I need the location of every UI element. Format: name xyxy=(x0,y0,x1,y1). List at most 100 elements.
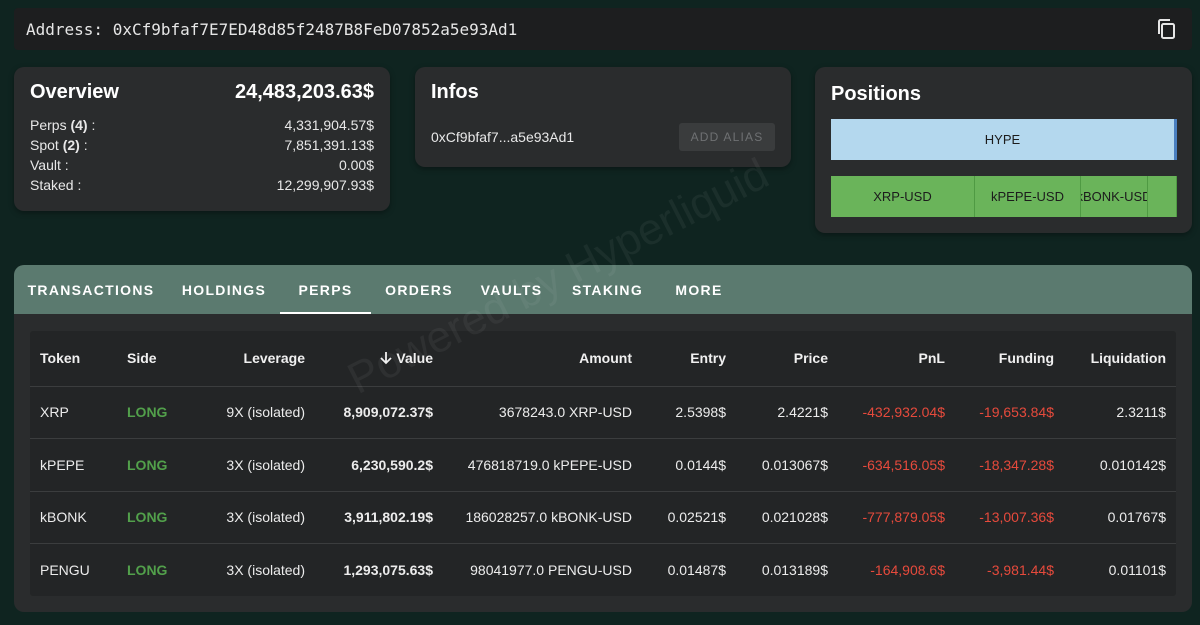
cell-liquidation: 0.01767$ xyxy=(1107,509,1166,526)
position-segment-label: kBONK-USD xyxy=(1081,189,1148,204)
cell-token: kBONK xyxy=(40,509,87,526)
cell-leverage: 3X (isolated) xyxy=(226,456,305,473)
cell-pnl: -777,879.05$ xyxy=(862,509,945,526)
overview-row-label: Staked xyxy=(30,177,74,193)
cell-liquidation: 0.010142$ xyxy=(1099,456,1166,473)
overview-total: 24,483,203.63$ xyxy=(234,80,374,103)
overview-row-label: Perps xyxy=(30,117,67,133)
overview-row-value: 7,851,391.13$ xyxy=(284,137,374,153)
copy-icon[interactable] xyxy=(1154,17,1178,41)
position-segment[interactable]: kPEPE-USD xyxy=(975,176,1081,217)
position-segment[interactable] xyxy=(1148,176,1177,217)
overview-row-value: 4,331,904.57$ xyxy=(284,117,374,133)
overview-card: Overview 24,483,203.63$ Perps (4) : 4,33… xyxy=(14,67,390,211)
address-bar: Address: 0xCf9bfaf7E7ED48d85f2487B8FeD07… xyxy=(14,8,1192,50)
cell-entry: 2.5398$ xyxy=(675,404,726,421)
cell-amount: 186028257.0 kBONK-USD xyxy=(465,509,632,526)
overview-row-suffix: : xyxy=(64,157,69,173)
cell-pnl: -634,516.05$ xyxy=(862,456,945,473)
overview-row-count: (4) xyxy=(70,117,88,133)
position-segment-label: kPEPE-USD xyxy=(991,189,1064,204)
overview-row-value: 0.00$ xyxy=(338,157,374,173)
overview-row-vault: Vault : 0.00$ xyxy=(30,155,374,175)
col-header-value[interactable]: Value xyxy=(315,331,443,386)
cell-side: LONG xyxy=(127,509,168,526)
perps-table: Token Side Leverage Value Amount Entry P… xyxy=(30,331,1176,596)
table-row[interactable]: kPEPE LONG 3X (isolated) 6,230,590.2$ 47… xyxy=(30,439,1176,491)
cell-leverage: 3X (isolated) xyxy=(226,562,305,578)
cell-price: 2.4221$ xyxy=(777,404,828,421)
cell-token: PENGU xyxy=(40,562,90,578)
table-row[interactable]: PENGU LONG 3X (isolated) 1,293,075.63$ 9… xyxy=(30,544,1176,597)
cell-amount: 476818719.0 kPEPE-USD xyxy=(467,456,632,473)
cell-price: 0.013189$ xyxy=(761,562,828,578)
col-header-leverage[interactable]: Leverage xyxy=(193,331,315,386)
overview-row-value: 12,299,907.93$ xyxy=(276,177,374,193)
cell-amount: 98041977.0 PENGU-USD xyxy=(470,562,632,578)
col-header-entry[interactable]: Entry xyxy=(642,331,736,386)
tab-holdings[interactable]: HOLDINGS xyxy=(168,265,280,314)
cell-leverage: 9X (isolated) xyxy=(226,404,305,421)
overview-row-suffix: : xyxy=(91,117,96,133)
col-header-token[interactable]: Token xyxy=(30,331,117,386)
overview-title: Overview xyxy=(30,80,119,103)
col-header-value-label: Value xyxy=(396,350,433,367)
cell-price: 0.013067$ xyxy=(761,456,828,473)
cell-side: LONG xyxy=(127,456,168,473)
cell-price: 0.021028$ xyxy=(761,509,828,526)
table-row[interactable]: XRP LONG 9X (isolated) 8,909,072.37$ 367… xyxy=(30,386,1176,439)
tab-staking[interactable]: STAKING xyxy=(556,265,659,314)
cell-token: XRP xyxy=(40,404,69,421)
address-label: Address: xyxy=(26,19,104,39)
cell-liquidation: 0.01101$ xyxy=(1108,562,1166,578)
cell-amount: 3678243.0 XRP-USD xyxy=(498,404,632,421)
tab-perps[interactable]: PERPS xyxy=(280,265,371,314)
cell-value: 6,230,590.2$ xyxy=(351,456,433,473)
cell-value: 1,293,075.63$ xyxy=(343,562,433,578)
position-segment[interactable]: kBONK-USD xyxy=(1081,176,1148,217)
cell-side: LONG xyxy=(127,562,168,578)
cell-entry: 0.02521$ xyxy=(667,509,726,526)
overview-row-label: Vault xyxy=(30,157,61,173)
cell-value: 3,911,802.19$ xyxy=(344,509,433,526)
table-row[interactable]: kBONK LONG 3X (isolated) 3,911,802.19$ 1… xyxy=(30,491,1176,544)
table-header-row: Token Side Leverage Value Amount Entry P… xyxy=(30,331,1176,386)
overview-row-spot: Spot (2) : 7,851,391.13$ xyxy=(30,135,374,155)
cell-funding: -18,347.28$ xyxy=(979,456,1054,473)
cell-entry: 0.01487$ xyxy=(667,562,726,578)
cell-liquidation: 2.3211$ xyxy=(1116,404,1166,421)
arrow-down-icon xyxy=(380,352,393,365)
col-header-pnl[interactable]: PnL xyxy=(838,331,955,386)
col-header-price[interactable]: Price xyxy=(736,331,838,386)
tab-orders[interactable]: ORDERS xyxy=(371,265,467,314)
col-header-funding[interactable]: Funding xyxy=(955,331,1064,386)
tab-more[interactable]: MORE xyxy=(659,265,739,314)
overview-row-suffix: : xyxy=(83,137,88,153)
cell-entry: 0.0144$ xyxy=(675,456,726,473)
overview-rows: Perps (4) : 4,331,904.57$ Spot (2) : 7,8… xyxy=(30,115,374,195)
col-header-liquidation[interactable]: Liquidation xyxy=(1064,331,1176,386)
infos-address: 0xCf9bfaf7...a5e93Ad1 xyxy=(431,129,575,145)
cell-pnl: -164,908.6$ xyxy=(870,562,945,578)
cell-funding: -13,007.36$ xyxy=(979,509,1054,526)
infos-card: Infos 0xCf9bfaf7...a5e93Ad1 ADD ALIAS xyxy=(415,67,791,167)
add-alias-button[interactable]: ADD ALIAS xyxy=(679,123,775,151)
cell-token: kPEPE xyxy=(40,456,85,473)
cell-leverage: 3X (isolated) xyxy=(226,509,305,526)
tabs-panel: TRANSACTIONS HOLDINGS PERPS ORDERS VAULT… xyxy=(14,265,1192,612)
position-label: HYPE xyxy=(984,132,1021,147)
col-header-amount[interactable]: Amount xyxy=(443,331,642,386)
tabs-bar: TRANSACTIONS HOLDINGS PERPS ORDERS VAULT… xyxy=(14,265,1192,314)
position-bar-hype[interactable]: HYPE xyxy=(831,119,1177,160)
position-segment[interactable]: XRP-USD xyxy=(831,176,975,217)
perps-position-bar: XRP-USD kPEPE-USD kBONK-USD xyxy=(831,176,1177,217)
tab-vaults[interactable]: VAULTS xyxy=(467,265,556,314)
positions-title: Positions xyxy=(831,83,922,105)
cell-side: LONG xyxy=(127,404,168,421)
cell-pnl: -432,932.04$ xyxy=(862,404,945,421)
address-value: 0xCf9bfaf7E7ED48d85f2487B8FeD07852a5e93A… xyxy=(112,19,518,39)
col-header-side[interactable]: Side xyxy=(117,331,193,386)
tab-transactions[interactable]: TRANSACTIONS xyxy=(14,265,168,314)
infos-title: Infos xyxy=(431,81,479,103)
overview-row-label: Spot xyxy=(30,137,59,153)
